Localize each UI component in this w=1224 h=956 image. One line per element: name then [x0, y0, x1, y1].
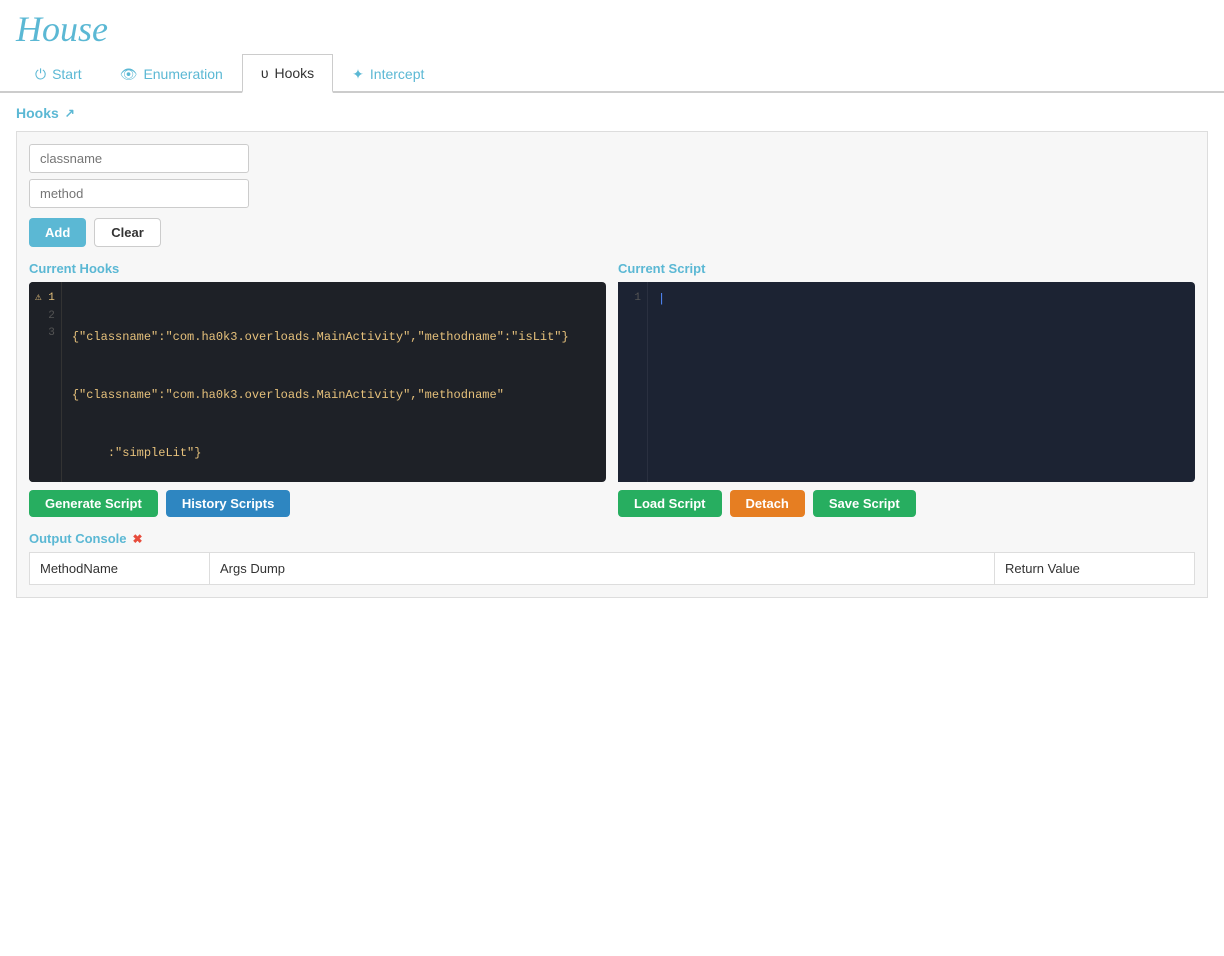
script-content[interactable] — [648, 282, 1195, 482]
script-line-numbers: 1 — [618, 282, 648, 482]
close-console-icon[interactable]: ✖ — [133, 532, 143, 546]
cursor — [658, 292, 665, 306]
hooks-editor[interactable]: ⚠ 1 2 3 {"classname":"com.ha0k3.overload… — [29, 282, 606, 482]
col-header-return: Return Value — [995, 553, 1195, 585]
script-buttons: Load Script Detach Save Script — [618, 490, 1195, 517]
col-header-method: MethodName — [30, 553, 210, 585]
hooks-section-label: Hooks — [16, 105, 59, 121]
main-content: Hooks ↗ Add Clear Current Hooks ⚠ 1 2 — [0, 93, 1224, 620]
method-input[interactable] — [29, 179, 249, 208]
hooks-line-numbers: ⚠ 1 2 3 — [29, 282, 62, 482]
current-script-label: Current Script — [618, 261, 1195, 276]
code-line-2: {"classname":"com.ha0k3.overloads.MainAc… — [72, 386, 596, 405]
current-hooks-label: Current Hooks — [29, 261, 606, 276]
hooks-icon: ᴜ — [261, 65, 269, 81]
hooks-code-content: {"classname":"com.ha0k3.overloads.MainAc… — [62, 282, 606, 482]
tab-hooks-label: Hooks — [274, 65, 314, 81]
output-table-header: MethodName Args Dump Return Value — [30, 553, 1195, 585]
hooks-buttons: Generate Script History Scripts — [29, 490, 606, 517]
code-line-1: {"classname":"com.ha0k3.overloads.MainAc… — [72, 328, 596, 347]
load-script-button[interactable]: Load Script — [618, 490, 722, 517]
sln-1: 1 — [634, 292, 641, 304]
output-console-heading: Output Console ✖ — [29, 531, 1195, 546]
add-button[interactable]: Add — [29, 218, 86, 247]
output-section: Output Console ✖ MethodName Args Dump Re… — [29, 531, 1195, 585]
script-editor[interactable]: 1 — [618, 282, 1195, 482]
tab-start-label: Start — [52, 66, 82, 82]
current-hooks-panel: Current Hooks ⚠ 1 2 3 {"classname":"com.… — [29, 261, 606, 517]
code-line-2b: :"simpleLit"} — [72, 444, 596, 463]
output-table: MethodName Args Dump Return Value — [29, 552, 1195, 585]
save-script-button[interactable]: Save Script — [813, 490, 916, 517]
add-clear-row: Add Clear — [29, 218, 1195, 247]
clear-button[interactable]: Clear — [94, 218, 161, 247]
detach-button[interactable]: Detach — [730, 490, 805, 517]
output-console-label: Output Console — [29, 531, 127, 546]
start-icon: ⏻ — [35, 66, 46, 83]
tab-intercept-label: Intercept — [370, 66, 424, 82]
expand-icon[interactable]: ↗ — [65, 106, 75, 120]
hooks-section-heading: Hooks ↗ — [16, 105, 1208, 121]
ln-warning-icon: ⚠ 1 — [35, 290, 55, 308]
nav-tabs: ⏻ Start 👁 Enumeration ᴜ Hooks ✦ Intercep… — [0, 54, 1224, 93]
hooks-panel: Add Clear Current Hooks ⚠ 1 2 3 {"classn — [16, 131, 1208, 598]
tab-enumeration-label: Enumeration — [143, 66, 222, 82]
ln-3: 3 — [35, 325, 55, 343]
intercept-icon: ✦ — [352, 66, 364, 83]
generate-script-button[interactable]: Generate Script — [29, 490, 158, 517]
enumeration-icon: 👁 — [120, 66, 138, 83]
input-group — [29, 144, 1195, 208]
col-header-args: Args Dump — [210, 553, 995, 585]
app-logo: House — [0, 0, 1224, 54]
current-script-panel: Current Script 1 Load Script Detach Save… — [618, 261, 1195, 517]
tab-intercept[interactable]: ✦ Intercept — [333, 54, 443, 93]
ln-2: 2 — [35, 308, 55, 326]
tab-start[interactable]: ⏻ Start — [16, 54, 101, 93]
editors-row: Current Hooks ⚠ 1 2 3 {"classname":"com.… — [29, 261, 1195, 517]
tab-enumeration[interactable]: 👁 Enumeration — [101, 54, 242, 93]
history-scripts-button[interactable]: History Scripts — [166, 490, 290, 517]
classname-input[interactable] — [29, 144, 249, 173]
tab-hooks[interactable]: ᴜ Hooks — [242, 54, 333, 93]
